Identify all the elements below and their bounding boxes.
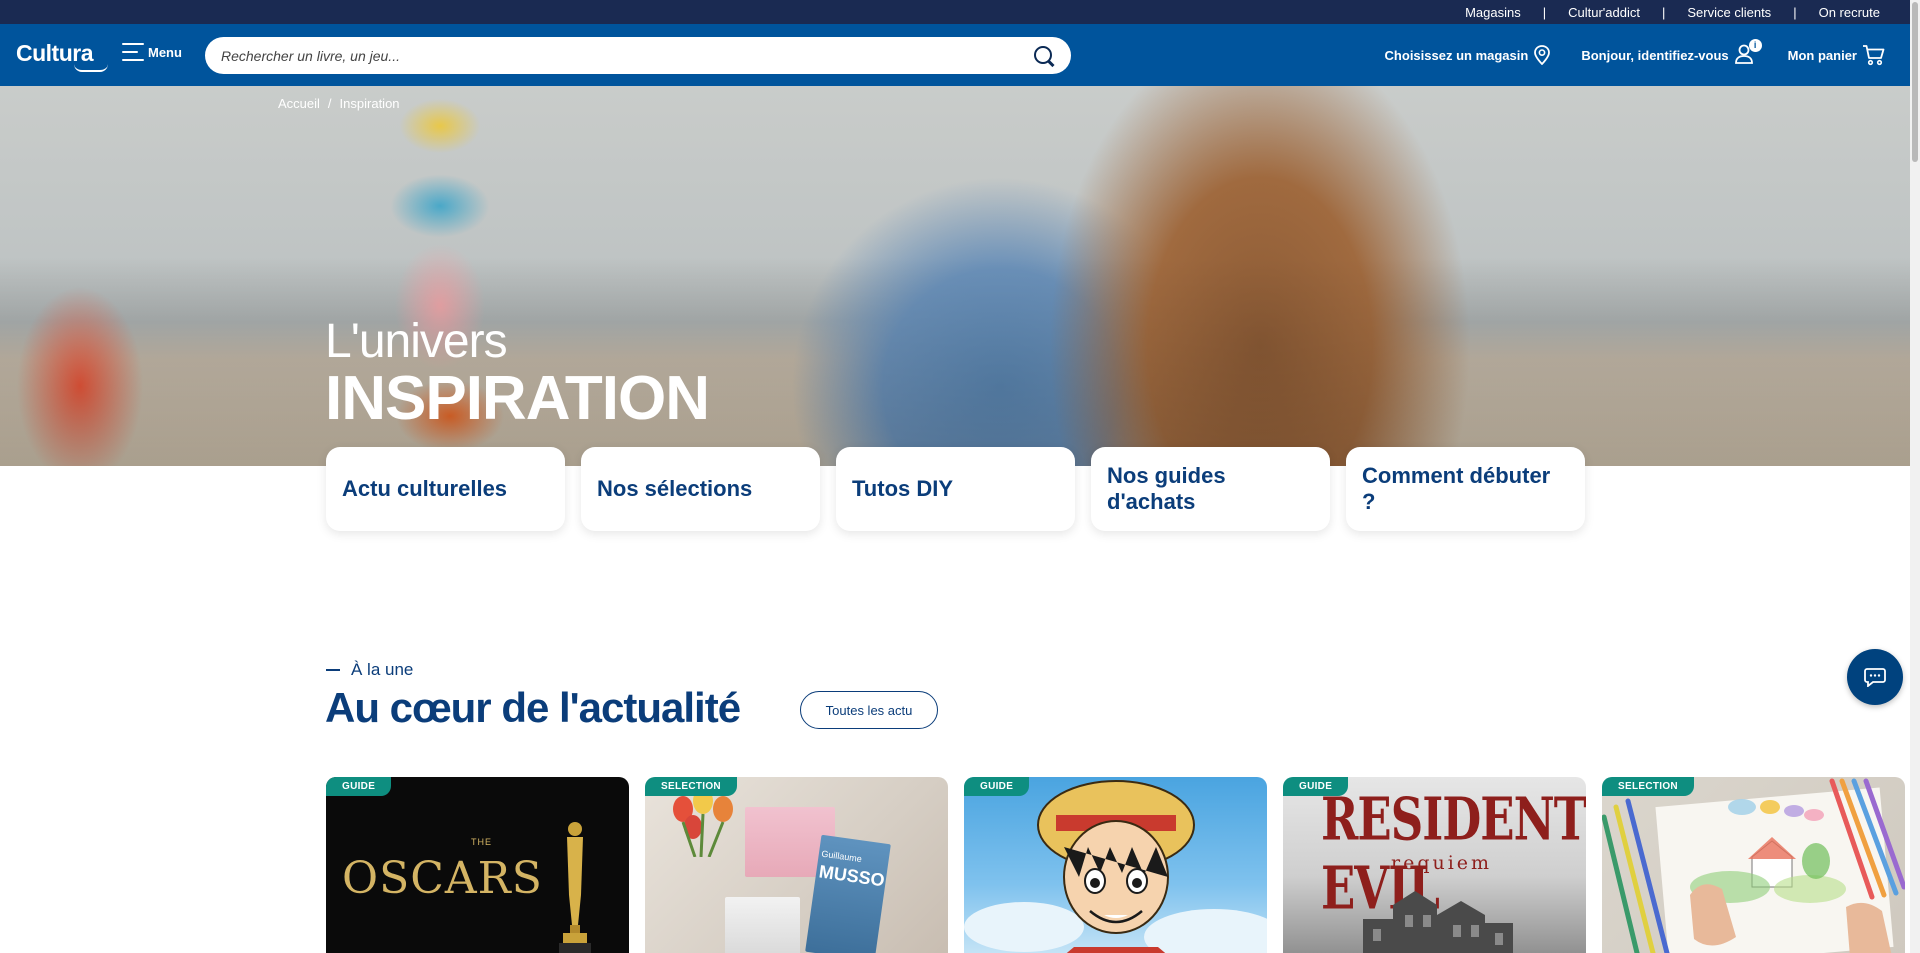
hero-kicker: L'univers [325, 315, 508, 368]
section-title: Au cœur de l'actualité [325, 684, 741, 731]
article-card-one-piece[interactable]: GUIDE [964, 777, 1267, 953]
article-badge: GUIDE [964, 777, 1030, 796]
link-service-clients[interactable]: Service clients [1687, 5, 1771, 20]
cart-icon [1863, 45, 1885, 66]
separator: | [1542, 4, 1547, 20]
oscar-statue-image [559, 822, 591, 953]
category-card-tutos[interactable]: Tutos DIY [836, 447, 1075, 531]
section-kicker-text: À la une [351, 660, 414, 679]
oscars-small-text: THE [471, 837, 492, 847]
link-on-recrute[interactable]: On recrute [1819, 5, 1880, 20]
oscars-wordmark: OSCARS [342, 853, 543, 904]
user-icon-wrap: i [1729, 38, 1762, 68]
article-badge: SELECTION [1602, 777, 1694, 796]
article-card-musso[interactable]: Guillaume MUSSO SELECTION [645, 777, 948, 953]
category-card-actu[interactable]: Actu culturelles [326, 447, 565, 531]
cultura-logo[interactable]: Cultura [16, 40, 108, 72]
cart-label: Mon panier [1787, 47, 1857, 63]
page-title: INSPIRATION [325, 364, 710, 433]
mansion-image [1363, 891, 1513, 953]
kicker-dash [326, 669, 340, 671]
breadcrumb: Accueil / Inspiration [278, 96, 400, 111]
scrollbar-thumb[interactable] [1912, 2, 1918, 162]
account-label: Bonjour, identifiez-vous [1581, 47, 1729, 63]
re-subtitle-art: requiem [1391, 852, 1493, 874]
article-badge: GUIDE [326, 777, 392, 796]
hamburger-icon [122, 43, 144, 61]
article-card-diy[interactable]: SELECTION [1602, 777, 1905, 953]
cart-link[interactable]: Mon panier [1788, 44, 1886, 66]
main-header: Cultura Menu Choisissez un magasin Bonjo… [0, 24, 1910, 86]
logo-text: Cultura [16, 40, 94, 66]
book-small-image [725, 897, 800, 953]
search-bar [205, 37, 1071, 74]
section-kicker: À la une [326, 660, 413, 680]
store-selector[interactable]: Choisissez un magasin [1385, 45, 1552, 65]
hero-heading: L'univers INSPIRATION [325, 315, 710, 433]
article-badge: SELECTION [645, 777, 737, 796]
account-notification-badge: i [1748, 38, 1762, 52]
link-magasins[interactable]: Magasins [1465, 5, 1521, 20]
luffy-illustration [964, 780, 1267, 953]
breadcrumb-current: Inspiration [339, 96, 400, 111]
map-pin-icon [1534, 45, 1551, 65]
chat-bubble-icon [1864, 668, 1886, 687]
article-card-oscars[interactable]: THE OSCARS GUIDE [326, 777, 629, 953]
separator: | [1793, 4, 1797, 20]
menu-label: Menu [148, 44, 182, 60]
breadcrumb-separator: / [327, 96, 332, 111]
watercolor-drawing-image [1602, 778, 1905, 953]
account-link[interactable]: Bonjour, identifiez-vous i [1581, 38, 1762, 68]
chat-button[interactable] [1847, 649, 1903, 705]
header-actions: Choisissez un magasin Bonjour, identifie… [1355, 24, 1886, 86]
search-icon[interactable] [1033, 45, 1055, 67]
see-all-news-button[interactable]: Toutes les actu [800, 691, 938, 729]
book-author-text: Guillaume MUSSO [818, 845, 888, 891]
store-label: Choisissez un magasin [1384, 47, 1529, 63]
category-card-guides[interactable]: Nos guides d'achats [1091, 447, 1330, 531]
category-cards: Actu culturelles Nos sélections Tutos DI… [326, 447, 1585, 531]
breadcrumb-home[interactable]: Accueil [278, 96, 320, 111]
tulips-image [673, 788, 733, 857]
category-card-selections[interactable]: Nos sélections [581, 447, 820, 531]
separator: | [1661, 4, 1666, 20]
top-utility-bar: Magasins | Cultur'addict | Service clien… [0, 0, 1910, 24]
menu-button[interactable]: Menu [122, 43, 182, 61]
page-scrollbar[interactable] [1910, 0, 1920, 953]
hero-image-overlay [0, 86, 1910, 466]
category-card-debuter[interactable]: Comment débuter ? [1346, 447, 1585, 531]
article-carousel: THE OSCARS GUIDE Guillaume MUSSO SELECTI… [326, 777, 1905, 953]
link-culturaddict[interactable]: Cultur'addict [1568, 5, 1640, 20]
article-card-resident-evil[interactable]: RESIDENT EVIL requiem GUIDE [1283, 777, 1586, 953]
hero-banner: Accueil / Inspiration L'univers INSPIRAT… [0, 86, 1910, 466]
search-input[interactable] [221, 47, 1033, 64]
logo-swoosh [74, 64, 108, 72]
article-badge: GUIDE [1283, 777, 1349, 796]
utility-links: Magasins | Cultur'addict | Service clien… [1465, 0, 1880, 24]
